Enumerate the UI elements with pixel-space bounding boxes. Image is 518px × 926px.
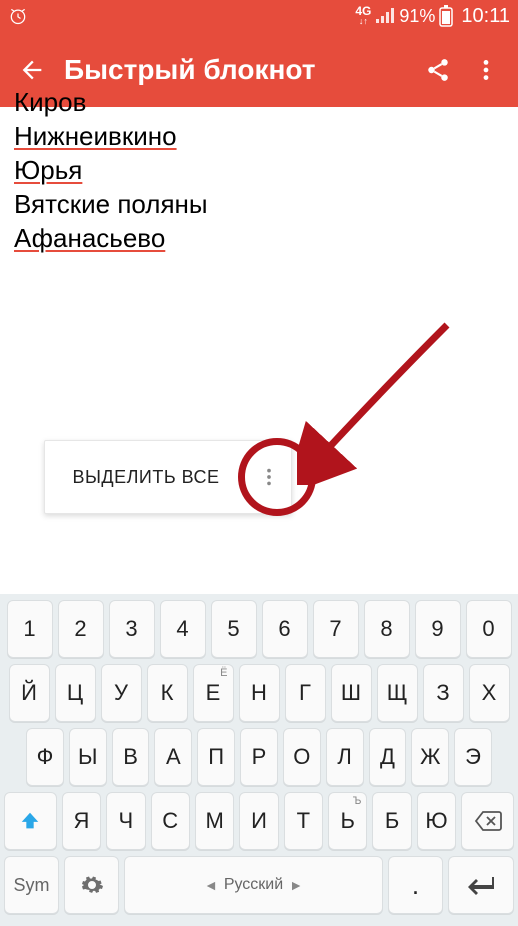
key-Ж[interactable]: Ж <box>411 728 449 786</box>
symbols-key[interactable]: Sym <box>4 856 59 914</box>
note-content[interactable]: КировНижнеивкиноЮрьяВятские поляныАфанас… <box>0 85 518 255</box>
key-5[interactable]: 5 <box>211 600 257 658</box>
key-З[interactable]: З <box>423 664 464 722</box>
key-Т[interactable]: Т <box>284 792 323 850</box>
text-selection-popup: ВЫДЕЛИТЬ ВСЕ <box>44 440 292 514</box>
key-К[interactable]: К <box>147 664 188 722</box>
key-7[interactable]: 7 <box>313 600 359 658</box>
key-Р[interactable]: Р <box>240 728 278 786</box>
key-М[interactable]: М <box>195 792 234 850</box>
key-Ч[interactable]: Ч <box>106 792 145 850</box>
signal-icon <box>375 8 395 24</box>
key-Ц[interactable]: Ц <box>55 664 96 722</box>
key-1[interactable]: 1 <box>7 600 53 658</box>
key-Ф[interactable]: Ф <box>26 728 64 786</box>
key-Ы[interactable]: Ы <box>69 728 107 786</box>
period-key[interactable]: . <box>388 856 443 914</box>
chevron-right-icon: ► <box>289 877 303 893</box>
key-0[interactable]: 0 <box>466 600 512 658</box>
key-Х[interactable]: Х <box>469 664 510 722</box>
note-line: Юрья <box>14 153 504 187</box>
popup-overflow-button[interactable] <box>247 441 291 513</box>
key-Я[interactable]: Я <box>62 792 101 850</box>
key-Л[interactable]: Л <box>326 728 364 786</box>
key-4[interactable]: 4 <box>160 600 206 658</box>
key-Н[interactable]: Н <box>239 664 280 722</box>
key-Е[interactable]: ЕЁ <box>193 664 234 722</box>
key-Щ[interactable]: Щ <box>377 664 418 722</box>
key-Ь[interactable]: ЬЪ <box>328 792 367 850</box>
key-sup: Ъ <box>353 795 362 807</box>
backspace-key[interactable] <box>461 792 514 850</box>
key-2[interactable]: 2 <box>58 600 104 658</box>
status-right: 4G ↓↑ 91% 10:11 <box>355 5 510 28</box>
enter-key[interactable] <box>448 856 514 914</box>
key-А[interactable]: А <box>154 728 192 786</box>
annotation-arrow <box>297 315 467 485</box>
select-all-button[interactable]: ВЫДЕЛИТЬ ВСЕ <box>45 467 247 488</box>
status-time: 10:11 <box>461 5 510 28</box>
alarm-icon <box>8 6 28 26</box>
key-Б[interactable]: Б <box>372 792 411 850</box>
keyboard: 1234567890 ЙЦУКЕЁНГШЩЗХ ФЫВАПРОЛДЖЭ ЯЧСМ… <box>0 594 518 926</box>
battery-icon <box>439 5 453 27</box>
key-Ю[interactable]: Ю <box>417 792 456 850</box>
share-button[interactable] <box>414 46 462 94</box>
key-Э[interactable]: Э <box>454 728 492 786</box>
note-line: Вятские поляны <box>14 187 504 221</box>
key-П[interactable]: П <box>197 728 235 786</box>
status-left <box>8 6 28 26</box>
key-Д[interactable]: Д <box>369 728 407 786</box>
key-Й[interactable]: Й <box>9 664 50 722</box>
shift-key[interactable] <box>4 792 57 850</box>
key-Ш[interactable]: Ш <box>331 664 372 722</box>
key-9[interactable]: 9 <box>415 600 461 658</box>
note-line: Афанасьево <box>14 221 504 255</box>
battery-percent: 91% <box>399 6 435 27</box>
note-line: Нижнеивкино <box>14 119 504 153</box>
keyboard-language-label: Русский <box>224 876 283 894</box>
status-bar: 4G ↓↑ 91% 10:11 <box>0 0 518 32</box>
spacebar-key[interactable]: ◄ Русский ► <box>124 856 383 914</box>
key-С[interactable]: С <box>151 792 190 850</box>
key-В[interactable]: В <box>112 728 150 786</box>
key-О[interactable]: О <box>283 728 321 786</box>
key-У[interactable]: У <box>101 664 142 722</box>
key-3[interactable]: 3 <box>109 600 155 658</box>
key-sup: Ё <box>220 667 227 679</box>
overflow-menu-button[interactable] <box>462 46 510 94</box>
key-8[interactable]: 8 <box>364 600 410 658</box>
chevron-left-icon: ◄ <box>204 877 218 893</box>
key-И[interactable]: И <box>239 792 278 850</box>
network-4g-icon: 4G ↓↑ <box>355 6 371 26</box>
settings-key[interactable] <box>64 856 119 914</box>
key-Г[interactable]: Г <box>285 664 326 722</box>
key-6[interactable]: 6 <box>262 600 308 658</box>
app-title: Быстрый блокнот <box>56 54 414 86</box>
